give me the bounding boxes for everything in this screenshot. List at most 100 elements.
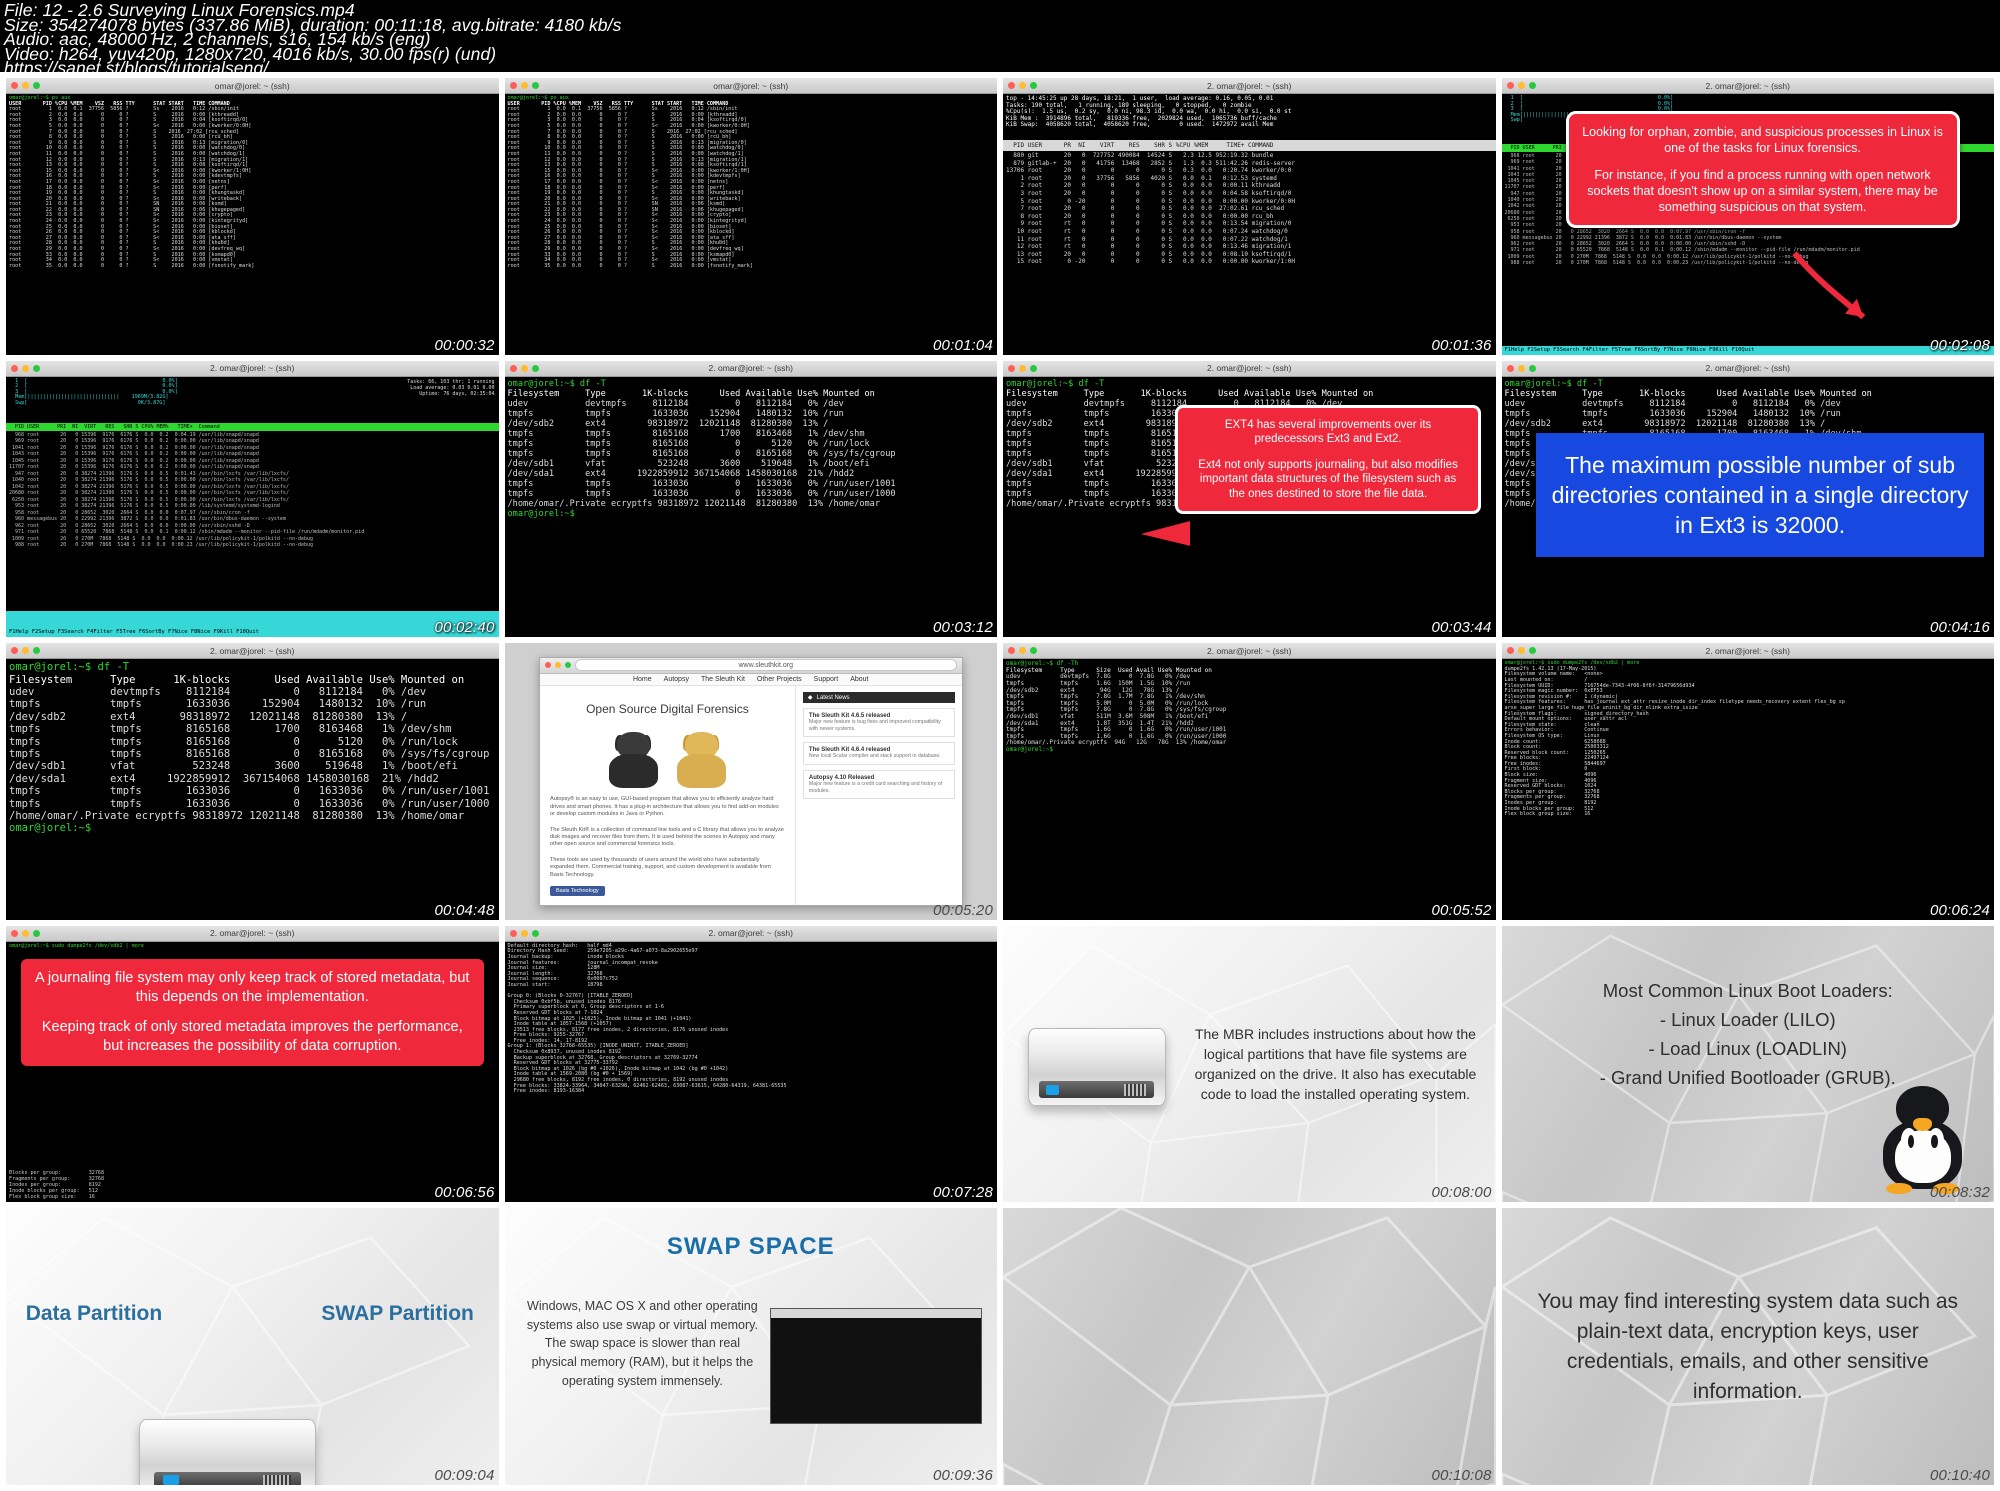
close-icon[interactable] [1008,364,1015,372]
minimize-icon[interactable] [22,364,29,372]
thumbnail-tile-4[interactable]: 2. omar@jorel: ~ (ssh) 1 [ 0.0%] 2 [ 0.0… [1501,78,1994,355]
thumbnail-tile-10[interactable]: www.sleuthkit.org Home Autopsy The Sleut… [504,643,997,920]
thumbnail-tile-20[interactable]: You may find interesting system data suc… [1501,1208,1994,1485]
thumbnail-tile-13[interactable]: 2. omar@jorel: ~ (ssh) omar@jorel:~$ sud… [6,925,499,1203]
thumbnail-tile-9[interactable]: 2. omar@jorel: ~ (ssh) omar@jorel:~$ df … [6,643,499,920]
nav-item-sleuthkit[interactable]: The Sleuth Kit [701,676,745,683]
close-icon[interactable] [509,82,517,89]
thumbnail-tile-7[interactable]: 2. omar@jorel: ~ (ssh) omar@jorel:~$ df … [1003,360,1496,638]
minimize-icon[interactable] [1019,364,1026,372]
thumbnail-tile-18[interactable]: SWAP SPACE Windows, MAC OS X and other o… [504,1208,997,1485]
nav-item-support[interactable]: Support [814,676,839,683]
minimize-icon[interactable] [520,82,528,89]
window-title: 2. omar@jorel: ~ (ssh) [708,928,793,939]
window-controls[interactable] [1506,647,1536,655]
window-controls[interactable] [509,929,539,937]
shell-prompt: omar@jorel:~$ df -T [507,378,606,389]
window-controls[interactable] [1506,364,1536,372]
maximize-icon[interactable] [33,647,40,655]
nav-item-projects[interactable]: Other Projects [757,676,802,683]
close-icon[interactable] [1008,647,1015,655]
maximize-icon[interactable] [1528,647,1536,655]
window-controls[interactable] [11,647,40,655]
close-icon[interactable] [1506,82,1514,89]
thumbnail-tile-14[interactable]: 2. omar@jorel: ~ (ssh) Default directory… [504,925,997,1203]
window-controls[interactable] [509,364,539,372]
site-nav[interactable]: Home Autopsy The Sleuth Kit Other Projec… [539,673,962,687]
close-icon[interactable] [11,929,18,937]
thumbnail-tile-3[interactable]: 2. omar@jorel: ~ (ssh) top - 14:45:25 up… [1003,78,1496,355]
thumbnail-tile-2[interactable]: omar@jorel: ~ (ssh) omar@jorel:~$ ps aux… [504,78,997,355]
minimize-icon[interactable] [1019,82,1026,89]
nav-item-autopsy[interactable]: Autopsy [664,676,689,683]
window-controls[interactable] [11,82,40,89]
address-bar[interactable]: www.sleuthkit.org [574,659,957,672]
close-icon[interactable] [509,364,517,372]
dumpe2fs-bottom-rows: Blocks per group: 32768 Fragments per gr… [9,1170,105,1200]
page-main: Open Source Digital Forensics Autopsy® i… [540,686,795,905]
close-icon[interactable] [1008,82,1015,89]
minimize-icon[interactable] [520,929,528,937]
window-controls[interactable] [1008,82,1037,89]
thumbnail-tile-19[interactable]: 00:10:08 [1003,1208,1496,1485]
timestamp-label: 00:06:24 [1930,901,1990,919]
thumbnail-tile-5[interactable]: 2. omar@jorel: ~ (ssh) 1 [ 0.0%] 2 [ 0.0… [6,360,499,638]
maximize-icon[interactable] [33,82,40,89]
htop-function-bar[interactable]: F1Help F2Setup F3Search F4Filter F5Tree … [1501,345,1994,355]
nav-item-about[interactable]: About [850,676,868,683]
timestamp-label: 00:10:40 [1930,1467,1990,1484]
maximize-icon[interactable] [531,364,539,372]
htop-function-bar[interactable]: F1Help F2Setup F3Search F4Filter F5Tree … [6,628,499,638]
thumbnail-tile-16[interactable]: Most Common Linux Boot Loaders: - Linux … [1501,925,1994,1203]
maximize-icon[interactable] [1030,647,1037,655]
window-controls[interactable] [11,929,40,937]
thumbnail-tile-17[interactable]: Data Partition SWAP Partition 00:09:04 [6,1208,499,1485]
df-rows: udev devtmpfs 8112184 0 8112184 0% /dev … [507,398,896,509]
close-icon[interactable] [1506,364,1514,372]
minimize-icon[interactable] [1517,82,1525,89]
basis-technology-button[interactable]: Basis Technology [549,885,605,896]
minimize-icon[interactable] [554,662,561,669]
window-controls[interactable] [1506,82,1536,89]
close-icon[interactable] [509,929,517,937]
minimize-icon[interactable] [22,647,29,655]
thumbnail-tile-11[interactable]: 2. omar@jorel: ~ (ssh) omar@jorel:~$ df … [1003,643,1496,920]
maximize-icon[interactable] [1030,82,1037,89]
tux-pupil-right [1931,1134,1938,1149]
thumbnail-tile-8[interactable]: 2. omar@jorel: ~ (ssh) omar@jorel:~$ df … [1501,360,1994,638]
maximize-icon[interactable] [1528,82,1536,89]
minimize-icon[interactable] [1517,364,1525,372]
maximize-icon[interactable] [33,929,40,937]
thumbnail-tile-12[interactable]: 2. omar@jorel: ~ (ssh) omar@jorel:~$ sud… [1501,643,1994,920]
drive-body [138,1418,317,1485]
maximize-icon[interactable] [564,662,571,669]
close-icon[interactable] [1506,647,1514,655]
news-item[interactable]: Autopsy 4.10 Released Major new feature … [802,770,955,800]
minimize-icon[interactable] [22,929,29,937]
window-controls[interactable] [1008,364,1037,372]
maximize-icon[interactable] [531,929,539,937]
news-item[interactable]: The Sleuth Kit 4.6.5 released Major new … [802,708,955,738]
window-controls[interactable] [11,364,40,372]
news-item[interactable]: The Sleuth Kit 4.6.4 released New local … [802,742,955,766]
maximize-icon[interactable] [1528,364,1536,372]
thumbnail-tile-15[interactable]: The MBR includes instructions about how … [1003,925,1496,1203]
terminal-body: omar@jorel:~$ ps aux USER PID %CPU %MEM … [6,94,499,355]
close-icon[interactable] [11,364,18,372]
minimize-icon[interactable] [1517,647,1525,655]
window-controls[interactable] [509,82,539,89]
thumbnail-tile-6[interactable]: 2. omar@jorel: ~ (ssh) omar@jorel:~$ df … [504,360,997,638]
close-icon[interactable] [11,647,18,655]
window-controls[interactable] [1008,647,1037,655]
maximize-icon[interactable] [33,364,40,372]
close-icon[interactable] [11,82,18,89]
timestamp-label: 00:10:08 [1431,1467,1492,1484]
close-icon[interactable] [544,662,551,669]
nav-item-home[interactable]: Home [633,676,652,683]
maximize-icon[interactable] [1030,364,1037,372]
minimize-icon[interactable] [1019,647,1026,655]
maximize-icon[interactable] [531,82,539,89]
thumbnail-tile-1[interactable]: omar@jorel: ~ (ssh) omar@jorel:~$ ps aux… [6,78,499,355]
minimize-icon[interactable] [22,82,29,89]
minimize-icon[interactable] [520,364,528,372]
